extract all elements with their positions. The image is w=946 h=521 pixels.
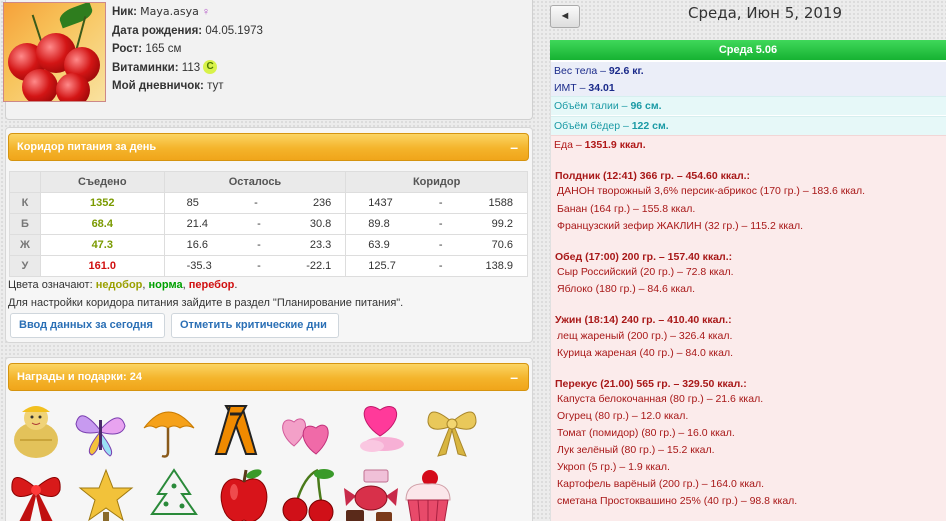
meal-item: лещ жареный (200 гр.) – 326.4 ккал. (557, 330, 733, 342)
cupcake-icon[interactable] (398, 466, 458, 521)
vitamin-c-icon: C (203, 60, 218, 75)
female-icon: ♀ (201, 6, 211, 18)
profile-nick: Ник: Maya.asya ♀ (112, 3, 263, 22)
nick-value[interactable]: Maya.asya (140, 5, 199, 18)
meal-item: Томат (помидор) (80 гр.) – 16.0 ккал. (557, 427, 735, 439)
table-row: У 161.0 -35.3- -22.1 125.7-138.9 (9, 255, 528, 277)
prev-day-button[interactable]: ◄ (550, 5, 580, 28)
meal-item: Банан (164 гр.) – 155.8 ккал. (557, 203, 696, 215)
heart-gift-icon[interactable] (350, 396, 410, 456)
legend-under: недобор (95, 279, 143, 291)
meal-item: Сыр Российский (20 гр.) – 72.8 ккал. (557, 266, 734, 278)
settings-hint: Для настройки коридора питания зайдите в… (8, 297, 404, 309)
gifts-title: Награды и подарки: 24 (17, 371, 142, 383)
col-left: Осталось (163, 171, 347, 193)
butterfly-icon[interactable] (70, 400, 130, 460)
meal-item: Огурец (80 гр.) – 12.0 ккал. (557, 410, 689, 422)
meal-header: Обед (17:00) 200 гр. – 157.40 ккал.: (555, 251, 733, 263)
table-header: Съедено Осталось Коридор (9, 171, 528, 193)
apple-icon[interactable] (214, 466, 274, 521)
waist-row: Объём талии – 96 см. (551, 96, 946, 115)
candy-icon[interactable] (340, 466, 400, 521)
christmas-tree-icon[interactable] (144, 466, 204, 521)
diary-link[interactable]: тут (207, 80, 223, 92)
collapse-icon[interactable]: – (510, 134, 518, 160)
red-bow-icon[interactable] (6, 466, 66, 521)
meal-item: сметана Простоквашино 25% (40 гр.) – 98.… (557, 495, 798, 507)
hips-row: Объём бёдер – 122 см. (551, 116, 946, 135)
corridor-title: Коридор питания за день (17, 141, 157, 153)
profile-info: Ник: Maya.asya ♀ Дата рождения: 04.05.197… (112, 3, 263, 96)
col-eaten: Съедено (39, 171, 165, 193)
enter-data-button[interactable]: Ввод данных за сегодня (10, 313, 165, 338)
ribbon-icon[interactable] (206, 400, 266, 460)
col-corridor: Коридор (345, 171, 528, 193)
avatar[interactable] (3, 2, 106, 102)
legend-over: перебор (188, 279, 235, 291)
gold-star-icon[interactable] (76, 466, 136, 521)
gifts-header[interactable]: Награды и подарки: 24 – (8, 363, 529, 391)
corridor-header[interactable]: Коридор питания за день – (8, 133, 529, 161)
profile-birthdate: Дата рождения: 04.05.1973 (112, 24, 263, 37)
gold-bow-icon[interactable] (422, 400, 482, 460)
color-legend: Цвета означают: недобор, норма, перебор. (8, 279, 238, 291)
profile-diary: Мой дневничок: тут (112, 80, 224, 92)
date-title: Среда, Июн 5, 2019 (688, 4, 842, 22)
meal-item: Лук зелёный (80 гр.) – 15.2 ккал. (557, 444, 715, 456)
legend-norm: норма (148, 279, 183, 291)
meal-header: Полдник (12:41) 366 гр. – 454.60 ккал.: (555, 170, 751, 182)
table-row: К 1352 85-236 1437-1588 (9, 192, 528, 214)
table-row: Б 68.4 21.4-30.8 89.8-99.2 (9, 213, 528, 235)
diary-entries: Вес тела – 92.6 кг. ИМТ – 34.01 Объём та… (550, 60, 946, 521)
mark-critical-days-button[interactable]: Отметить критические дни (171, 313, 339, 338)
meal-item: ДАНОН творожный 3,6% персик-абрикос (170… (557, 185, 866, 197)
cherries-icon[interactable] (278, 466, 338, 521)
profile-vitamins: Витаминки: 113 C (112, 59, 263, 78)
table-row: Ж 47.3 16.6-23.3 63.9-70.6 (9, 234, 528, 256)
umbrella-icon[interactable] (138, 400, 198, 460)
day-header: Среда 5.06 (550, 40, 946, 60)
two-hearts-icon[interactable] (276, 400, 336, 460)
meal-item: Укроп (5 гр.) – 1.9 ккал. (557, 461, 670, 473)
meal-item: Курица жареная (40 гр.) – 84.0 ккал. (557, 347, 734, 359)
profile-height: Рост: 165 см (112, 43, 182, 55)
meal-item: Капуста белокочанная (80 гр.) – 21.6 кка… (557, 393, 764, 405)
collapse-icon[interactable]: – (510, 364, 518, 390)
meal-item: Французский зефир ЖАКЛИН (32 гр.) – 115.… (557, 220, 804, 232)
meal-header: Ужин (18:14) 240 гр. – 410.40 ккал.: (555, 314, 732, 326)
straw-doll-icon[interactable] (6, 400, 66, 460)
meal-header: Перекус (21.00) 565 гр. – 329.50 ккал.: (555, 378, 747, 390)
corridor-table: Съедено Осталось Коридор К 1352 85-236 1… (9, 171, 528, 277)
meal-item: Картофель варёный (200 гр.) – 164.0 ккал… (557, 478, 765, 490)
meal-item: Яблоко (180 гр.) – 84.6 ккал. (557, 283, 696, 295)
